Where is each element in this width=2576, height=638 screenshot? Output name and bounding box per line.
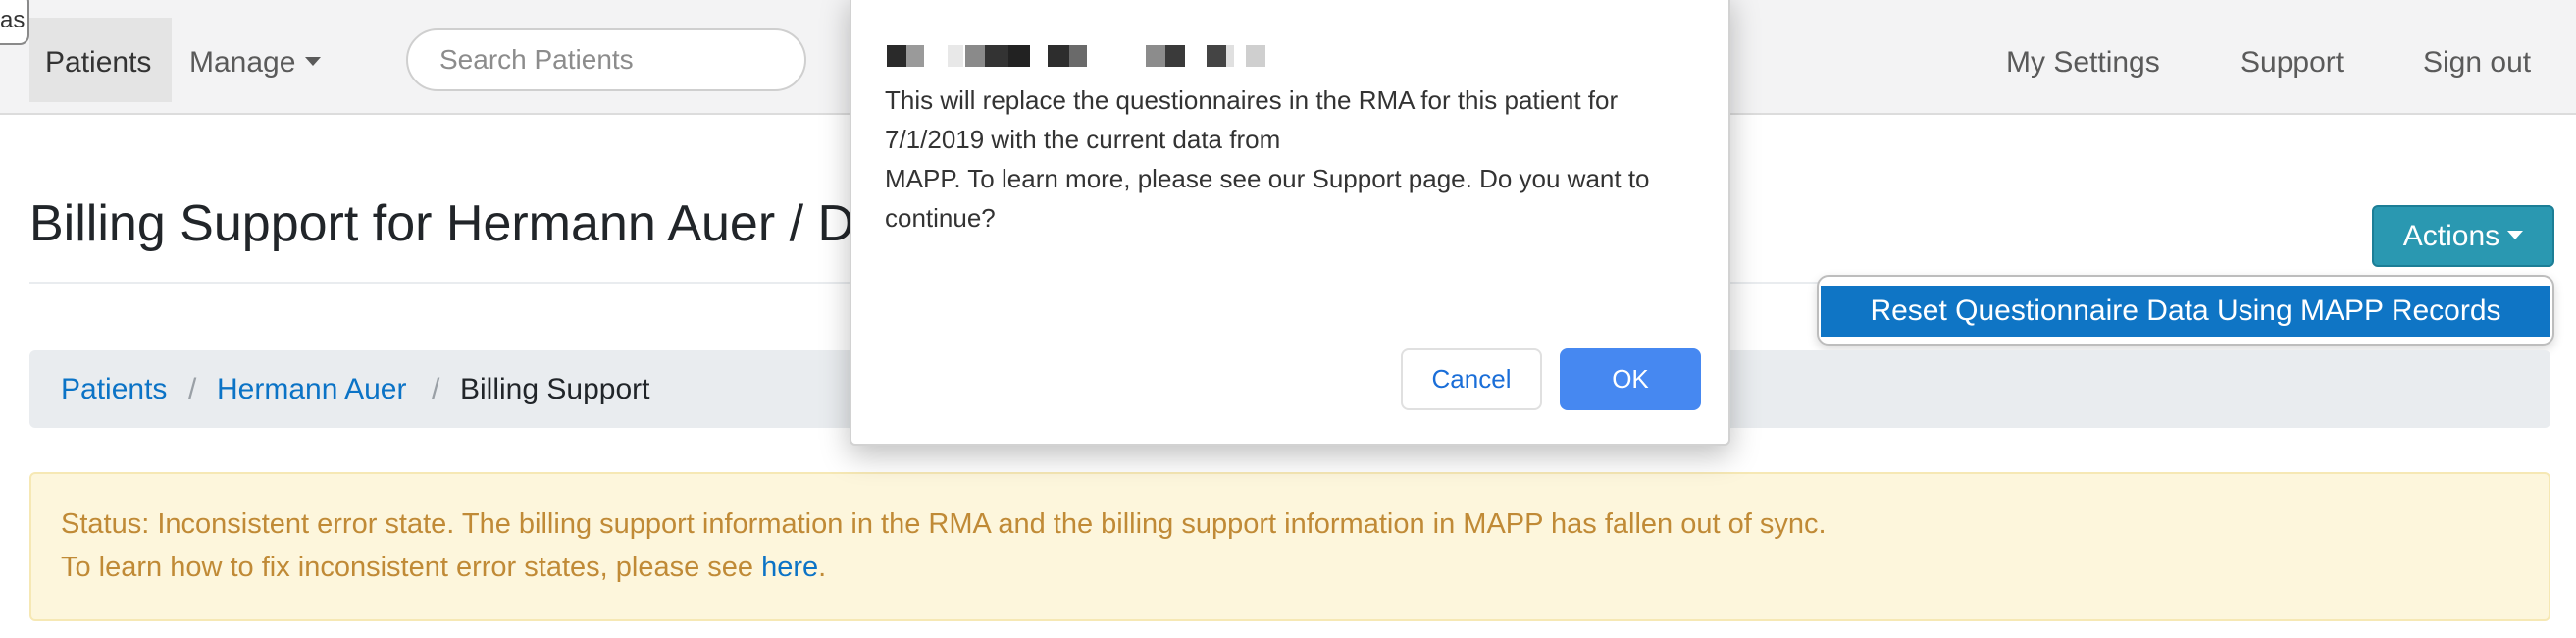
breadcrumb-separator: / bbox=[188, 373, 197, 405]
browser-tab-fragment[interactable]: as bbox=[0, 0, 29, 45]
alert-help-suffix: . bbox=[818, 552, 827, 583]
nav-support-link[interactable]: Support bbox=[2241, 0, 2344, 115]
page-title: Billing Support for Hermann Auer / D bbox=[29, 195, 855, 252]
breadcrumb-patients-link[interactable]: Patients bbox=[61, 373, 167, 405]
confirm-dialog: This will replace the questionnaires in … bbox=[850, 0, 1730, 446]
breadcrumb-current: Billing Support bbox=[460, 373, 650, 405]
alert-help-prefix: To learn how to fix inconsistent error s… bbox=[61, 552, 762, 583]
caret-down-icon bbox=[305, 56, 322, 66]
alert-help-line: To learn how to fix inconsistent error s… bbox=[61, 552, 826, 584]
breadcrumb-patient-link[interactable]: Hermann Auer bbox=[217, 373, 406, 405]
caret-down-icon bbox=[2507, 230, 2524, 239]
nav-sign-out-link[interactable]: Sign out bbox=[2423, 0, 2531, 115]
alert-status-text: Status: Inconsistent error state. The bi… bbox=[61, 508, 1827, 540]
search-patients-input[interactable] bbox=[406, 28, 806, 91]
actions-dropdown-button[interactable]: Actions bbox=[2372, 205, 2554, 267]
breadcrumb-separator: / bbox=[432, 373, 440, 405]
dialog-cancel-button[interactable]: Cancel bbox=[1401, 348, 1542, 410]
actions-dropdown-menu: Reset Questionnaire Data Using MAPP Reco… bbox=[1817, 275, 2554, 346]
nav-manage-label: Manage bbox=[189, 46, 296, 79]
status-alert: Status: Inconsistent error state. The bi… bbox=[29, 472, 2550, 621]
nav-manage-dropdown[interactable]: Manage bbox=[189, 0, 322, 115]
nav-my-settings-link[interactable]: My Settings bbox=[2006, 0, 2160, 115]
redacted-dialog-title bbox=[887, 45, 1269, 67]
menu-item-reset-questionnaire[interactable]: Reset Questionnaire Data Using MAPP Reco… bbox=[1821, 286, 2550, 337]
alert-help-link[interactable]: here bbox=[761, 552, 818, 583]
actions-button-label: Actions bbox=[2402, 220, 2500, 252]
dialog-message: This will replace the questionnaires in … bbox=[885, 85, 1650, 233]
nav-patients-link[interactable]: Patients bbox=[45, 0, 151, 115]
dialog-ok-button[interactable]: OK bbox=[1560, 348, 1701, 410]
